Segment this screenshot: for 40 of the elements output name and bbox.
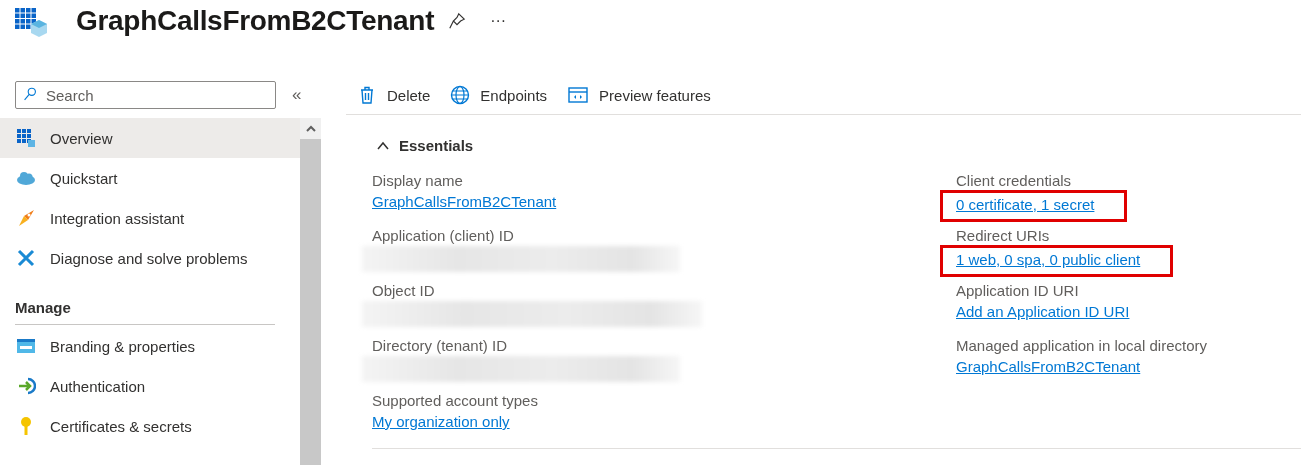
field-label: Redirect URIs [956,226,1050,246]
globe-icon [450,85,471,105]
more-button[interactable]: ··· [490,12,507,30]
toolbar-button[interactable]: Delete [357,85,431,105]
field-label: Application ID URI [956,281,1079,301]
field-label: Supported account types [372,391,538,411]
field-label: Directory (tenant) ID [372,336,508,356]
rocket-icon [16,208,36,228]
field-label: Display name [372,171,463,191]
essentials-toggle[interactable]: Essentials [372,137,474,171]
toolbar-button[interactable]: Preview features [567,85,711,105]
page-title: GraphCallsFromB2CTenant [76,5,435,37]
grid-icon [16,128,36,148]
nav-item[interactable]: Certificates & secrets [0,406,300,446]
search-icon [23,87,39,103]
scrollbar[interactable] [300,118,321,465]
field-label: Object ID [372,281,435,301]
field-link[interactable]: Add an Application ID URI [956,301,1130,323]
field-label: Client credentials [956,171,1072,191]
nav-item[interactable]: Integration assistant [0,198,300,238]
field-link[interactable]: 0 certificate, 1 secret [956,194,1095,216]
browser-icon [16,336,36,356]
nav-item[interactable]: Overview [0,118,300,158]
search-field[interactable]: Search [15,81,276,109]
field-link[interactable]: My organization only [372,411,510,433]
field-link[interactable]: GraphCallsFromB2CTenant [956,356,1141,378]
nav-item[interactable]: Authentication [0,366,300,406]
sign-in-icon [16,376,36,396]
nav-item[interactable]: Branding & properties [0,326,300,366]
preview-icon [567,85,590,105]
nav-item[interactable]: Diagnose and solve problems [0,238,300,278]
section-heading: Manage [15,278,275,325]
nav-item[interactable]: Quickstart [0,158,300,198]
pin-icon [448,12,467,30]
collapse-button[interactable]: « [292,85,302,105]
field-link[interactable]: GraphCallsFromB2CTenant [372,191,557,213]
field-link[interactable]: 1 web, 0 spa, 0 public client [956,249,1141,271]
field-label: Application (client) ID [372,226,514,246]
field-label: Managed application in local directory [956,336,1207,356]
toolbar-button[interactable]: Endpoints [450,85,548,105]
